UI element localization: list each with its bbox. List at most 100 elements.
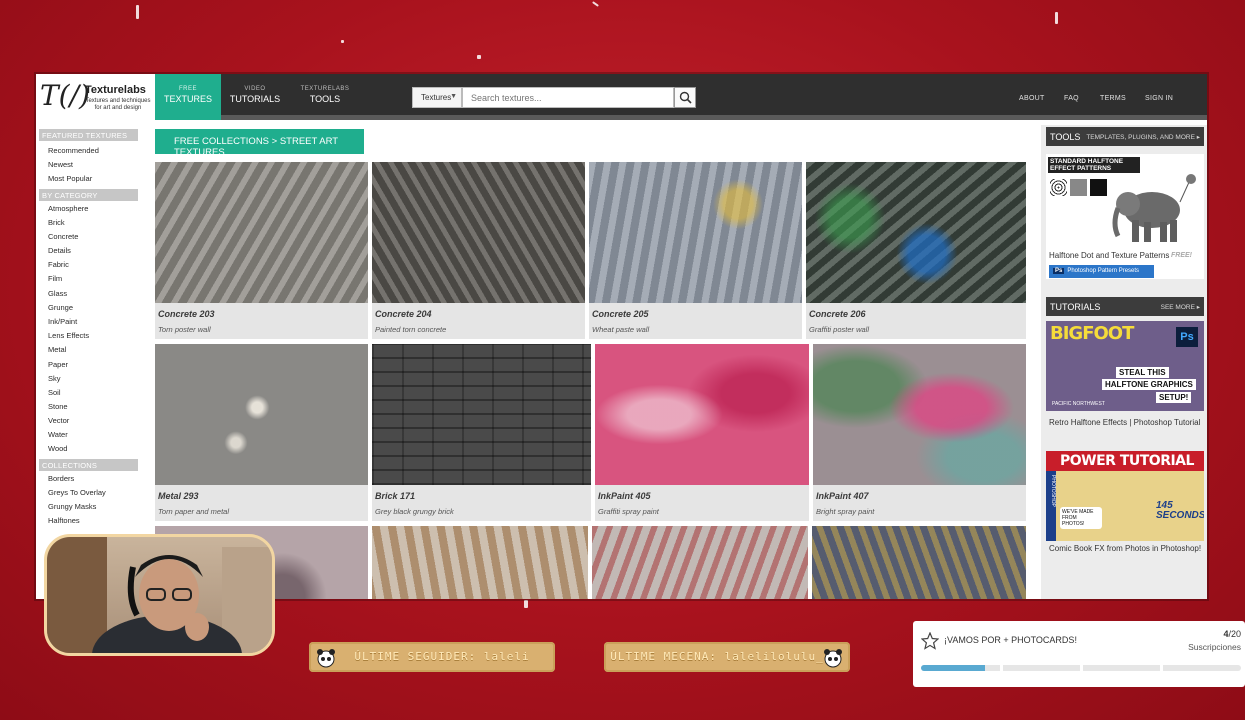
texture-title: Concrete 203: [158, 309, 215, 319]
sidebar-item-glass[interactable]: Glass: [48, 289, 67, 298]
background-speck: [592, 1, 599, 7]
sidebar-heading-collections: COLLECTIONS: [39, 459, 138, 471]
tutorial-side-text: PHOTOSHOP: [1046, 471, 1056, 541]
texture-thumbnail: [813, 344, 1026, 485]
sidebar-item-water[interactable]: Water: [48, 430, 68, 439]
category-sidebar: FEATURED TEXTURES Recommended Newest Mos…: [36, 125, 144, 599]
sidebar-item-wood[interactable]: Wood: [48, 444, 67, 453]
sidebar-item-film[interactable]: Film: [48, 274, 62, 283]
tab-label: TOOLS: [309, 94, 341, 104]
tools-caption: Halftone Dot and Texture Patterns: [1049, 251, 1170, 260]
sidebar-item-stone[interactable]: Stone: [48, 402, 68, 411]
texture-subtitle: Torn poster wall: [158, 325, 211, 334]
sidebar-item-halftones[interactable]: Halftones: [48, 516, 80, 525]
tab-video-tutorials[interactable]: VIDEO TUTORIALS: [222, 74, 288, 120]
last-follower-banner: ÚLTIME SEGUIDER: laleli: [309, 642, 555, 672]
background-speck: [524, 600, 528, 608]
star-icon: [921, 632, 939, 650]
texture-card[interactable]: Concrete 204 Painted torn concrete: [372, 162, 585, 339]
sidebar-item-lens-effects[interactable]: Lens Effects: [48, 331, 89, 340]
photoshop-icon: Ps: [1176, 327, 1198, 347]
halftone-swatch: [1090, 179, 1107, 196]
tools-heading: TOOLS: [1050, 132, 1081, 142]
sidebar-item-brick[interactable]: Brick: [48, 218, 65, 227]
tutorial-caption[interactable]: Comic Book FX from Photos in Photoshop!: [1049, 544, 1201, 553]
texture-card[interactable]: InkPaint 407 Bright spray paint: [813, 344, 1026, 521]
webcam-person-illustration: [47, 537, 272, 653]
texture-thumbnail: [372, 162, 585, 303]
sidebar-item-metal[interactable]: Metal: [48, 345, 66, 354]
sidebar-item-paper[interactable]: Paper: [48, 360, 68, 369]
texture-subtitle: Graffiti poster wall: [809, 325, 870, 334]
texture-card[interactable]: [372, 526, 588, 599]
tutorial-thumbnail-halftone[interactable]: BIGFOOT Ps STEAL THIS HALFTONE GRAPHICS …: [1046, 321, 1204, 411]
texture-card[interactable]: [812, 526, 1026, 599]
texture-subtitle: Grey black grungy brick: [375, 507, 454, 516]
tools-more-link[interactable]: TEMPLATES, PLUGINS, AND MORE ▸: [1086, 133, 1200, 141]
texture-title: InkPaint 405: [598, 491, 651, 501]
tab-texturelabs-tools[interactable]: TEXTURELABS TOOLS: [292, 74, 358, 120]
texture-card[interactable]: Brick 171 Grey black grungy brick: [372, 344, 591, 521]
nav-link-faq[interactable]: FAQ: [1064, 95, 1079, 102]
nav-link-about[interactable]: ABOUT: [1019, 95, 1045, 102]
texture-card[interactable]: Concrete 206 Graffiti poster wall: [806, 162, 1026, 339]
texture-title: Concrete 205: [592, 309, 649, 319]
tutorial-text-line: HALFTONE GRAPHICS: [1102, 379, 1196, 390]
sidebar-item-borders[interactable]: Borders: [48, 474, 74, 483]
search-category-select[interactable]: Textures ▼: [412, 87, 462, 108]
sidebar-item-grungy-masks[interactable]: Grungy Masks: [48, 502, 96, 511]
tutorials-heading: TUTORIALS: [1050, 302, 1101, 312]
texture-card[interactable]: Concrete 203 Torn poster wall: [155, 162, 368, 339]
site-logo[interactable]: T(/) Texturelabs Textures and techniques…: [36, 74, 155, 120]
tutorials-header: TUTORIALS SEE MORE ▸: [1046, 297, 1204, 316]
halftone-tool-card[interactable]: STANDARD HALFTONE EFFECT PATTERNS FREE! …: [1046, 154, 1204, 279]
logo-name: Texturelabs: [85, 84, 146, 96]
breadcrumb[interactable]: FREE COLLECTIONS > STREET ART TEXTURES: [155, 129, 364, 158]
goal-milestone-tick: [1160, 665, 1163, 671]
texture-card[interactable]: [592, 526, 808, 599]
tab-small-label: TEXTURELABS: [300, 86, 350, 92]
texture-thumbnail: [372, 344, 591, 485]
nav-link-terms[interactable]: TERMS: [1100, 95, 1126, 102]
tab-small-label: FREE: [178, 86, 197, 92]
tutorial-thumbnail-comic[interactable]: POWER TUTORIAL PHOTOSHOP WE'VE MADE FROM…: [1046, 451, 1204, 541]
sidebar-item-concrete[interactable]: Concrete: [48, 232, 78, 241]
webcam-feed: [44, 534, 275, 656]
texture-card[interactable]: Metal 293 Torn paper and metal: [155, 344, 368, 521]
search-input[interactable]: [462, 87, 674, 108]
texture-title: Concrete 206: [809, 309, 866, 319]
background-speck: [341, 40, 344, 43]
sidebar-item-recommended[interactable]: Recommended: [48, 146, 99, 155]
search-button[interactable]: [674, 87, 696, 108]
sidebar-item-atmosphere[interactable]: Atmosphere: [48, 204, 88, 213]
goal-label: Suscripciones: [1188, 642, 1241, 652]
texture-subtitle: Painted torn concrete: [375, 325, 447, 334]
goal-title: ¡VAMOS POR + PHOTOCARDS!: [944, 635, 1077, 645]
sidebar-item-fabric[interactable]: Fabric: [48, 260, 69, 269]
sidebar-item-most-popular[interactable]: Most Popular: [48, 174, 92, 183]
tutorial-top-text: POWER TUTORIAL: [1046, 451, 1204, 471]
sidebar-item-vector[interactable]: Vector: [48, 416, 69, 425]
texture-thumbnail: [589, 162, 802, 303]
texture-card[interactable]: InkPaint 405 Graffiti spray paint: [595, 344, 809, 521]
sidebar-item-details[interactable]: Details: [48, 246, 71, 255]
photoshop-presets-label: Photoshop Pattern Presets: [1067, 268, 1140, 274]
sidebar-item-ink-paint[interactable]: Ink/Paint: [48, 317, 77, 326]
goal-count: 4/20: [1223, 629, 1241, 639]
tab-free-textures[interactable]: FREE TEXTURES: [155, 74, 221, 120]
texture-title: InkPaint 407: [816, 491, 869, 501]
sidebar-item-grunge[interactable]: Grunge: [48, 303, 73, 312]
goal-milestone-tick: [1000, 665, 1003, 671]
sidebar-item-newest[interactable]: Newest: [48, 160, 73, 169]
sidebar-item-soil[interactable]: Soil: [48, 388, 61, 397]
logo-tagline: Textures and techniques for art and desi…: [85, 98, 151, 111]
sidebar-item-greys-to-overlay[interactable]: Greys To Overlay: [48, 488, 106, 497]
sidebar-item-sky[interactable]: Sky: [48, 374, 61, 383]
texture-card[interactable]: Concrete 205 Wheat paste wall: [589, 162, 802, 339]
elephant-illustration: [1112, 174, 1196, 242]
nav-link-sign-in[interactable]: SIGN IN: [1145, 95, 1173, 102]
tutorial-caption[interactable]: Retro Halftone Effects | Photoshop Tutor…: [1049, 416, 1204, 430]
halftone-swatch: [1070, 179, 1087, 196]
tutorials-more-link[interactable]: SEE MORE ▸: [1161, 303, 1200, 311]
last-patron-banner: ÚLTIME MECENA: lalelilolulu_: [604, 642, 850, 672]
